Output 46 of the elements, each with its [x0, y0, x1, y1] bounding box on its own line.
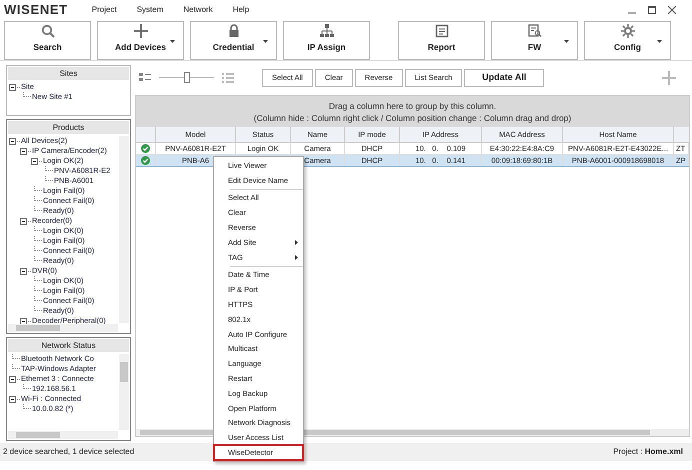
collapse-icon[interactable]	[20, 268, 27, 274]
status-text: 2 device searched, 1 device selected	[3, 446, 134, 458]
settings-icon	[620, 24, 634, 38]
menu-item[interactable]: System	[136, 4, 164, 16]
large-view-icon[interactable]	[139, 73, 151, 83]
clipboard-icon	[434, 24, 448, 38]
collapse-icon[interactable]	[9, 138, 16, 144]
document-search-icon	[528, 24, 542, 38]
vertical-scrollbar[interactable]	[119, 136, 129, 323]
menu-item[interactable]: Network	[183, 4, 213, 16]
toolbar-button[interactable]: Report	[398, 21, 485, 60]
slider-thumb[interactable]	[184, 72, 190, 83]
menu-item[interactable]: Project	[92, 4, 117, 16]
toolbar-button[interactable]: IP Assign	[283, 21, 370, 60]
collapse-icon[interactable]	[9, 396, 16, 402]
toolbar-button[interactable]: Credential	[190, 21, 277, 60]
vertical-scrollbar[interactable]	[119, 354, 129, 430]
panel-title: Products	[8, 121, 129, 134]
app-logo: WISENET	[4, 1, 68, 20]
toolbar-button[interactable]: FW	[491, 21, 578, 60]
toolbar-button[interactable]: Search	[4, 21, 91, 60]
panel-title: Network Status	[8, 339, 129, 352]
collapse-icon[interactable]	[31, 158, 38, 164]
toolbar-button[interactable]: Config	[584, 21, 671, 60]
list-view-icon[interactable]	[222, 73, 234, 83]
network-icon	[320, 24, 334, 38]
menu-item[interactable]: Help	[232, 4, 250, 16]
panel-title: Sites	[8, 67, 129, 80]
horizontal-scrollbar[interactable]	[8, 431, 118, 439]
plus-icon	[134, 24, 148, 38]
hint-text: Drag a column here to group by this column.	[328, 100, 496, 112]
search-icon	[40, 24, 54, 38]
hint-text: (Column hide : Column right click / Column position change : Column drag and drop)	[254, 112, 572, 124]
collapse-icon[interactable]	[9, 376, 16, 382]
collapse-icon[interactable]	[20, 318, 27, 324]
zoom-slider[interactable]	[159, 71, 214, 85]
collapse-icon[interactable]	[20, 218, 27, 224]
collapse-icon[interactable]	[20, 148, 27, 154]
project-name: Project : Home.xml	[613, 446, 683, 458]
toolbar-button[interactable]: Add Devices	[97, 21, 184, 60]
collapse-icon[interactable]	[9, 84, 16, 90]
horizontal-scrollbar[interactable]	[8, 324, 118, 332]
maximize-icon[interactable]	[648, 6, 656, 14]
lock-icon	[226, 24, 240, 38]
update-all-button[interactable]: Update All	[464, 69, 544, 87]
close-icon[interactable]	[668, 6, 676, 14]
